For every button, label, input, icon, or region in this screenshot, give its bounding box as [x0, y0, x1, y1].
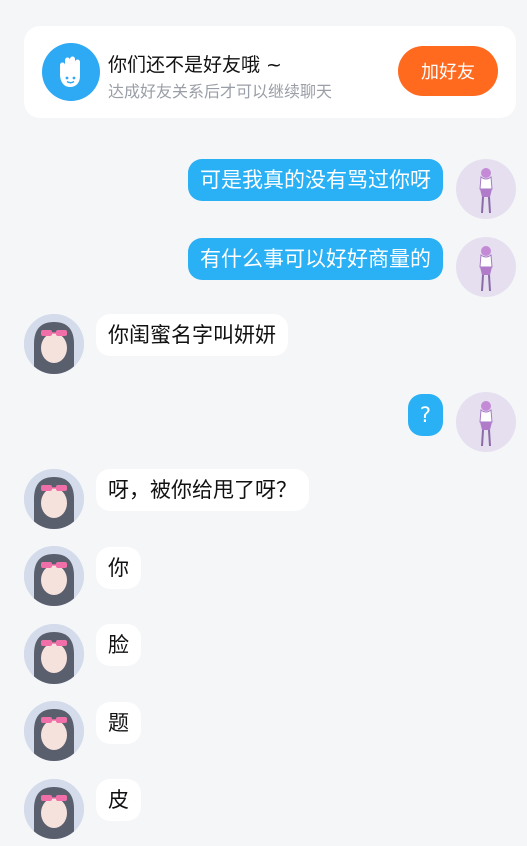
friend-request-banner: 你们还不是好友哦 ~ 达成好友关系后才可以继续聊天 加好友 [24, 26, 516, 118]
self-avatar[interactable] [456, 237, 516, 297]
self-avatar[interactable] [456, 159, 516, 219]
message-bubble-other[interactable]: 皮 [96, 779, 141, 821]
message-bubble-other[interactable]: 你 [96, 547, 141, 589]
message-bubble-other[interactable]: 你闺蜜名字叫妍妍 [96, 314, 288, 356]
self-avatar[interactable] [456, 392, 516, 452]
message-bubble-self[interactable]: 有什么事可以好好商量的 [188, 238, 443, 280]
message-bubble-other[interactable]: 题 [96, 702, 141, 744]
contact-avatar[interactable] [24, 314, 84, 374]
add-friend-button[interactable]: 加好友 [398, 46, 498, 96]
message-bubble-self[interactable]: 可是我真的没有骂过你呀 [188, 159, 443, 201]
message-bubble-self[interactable]: ? [407, 394, 443, 436]
hand-wave-icon [42, 43, 100, 101]
banner-title: 你们还不是好友哦 ~ [108, 54, 282, 76]
contact-avatar[interactable] [24, 779, 84, 839]
contact-avatar[interactable] [24, 469, 84, 529]
banner-subtitle: 达成好友关系后才可以继续聊天 [108, 82, 333, 101]
contact-avatar[interactable] [24, 624, 84, 684]
message-bubble-other[interactable]: 脸 [96, 624, 141, 666]
message-bubble-other[interactable]: 呀，被你给甩了呀？ [96, 469, 309, 511]
contact-avatar[interactable] [24, 546, 84, 606]
contact-avatar[interactable] [24, 701, 84, 761]
